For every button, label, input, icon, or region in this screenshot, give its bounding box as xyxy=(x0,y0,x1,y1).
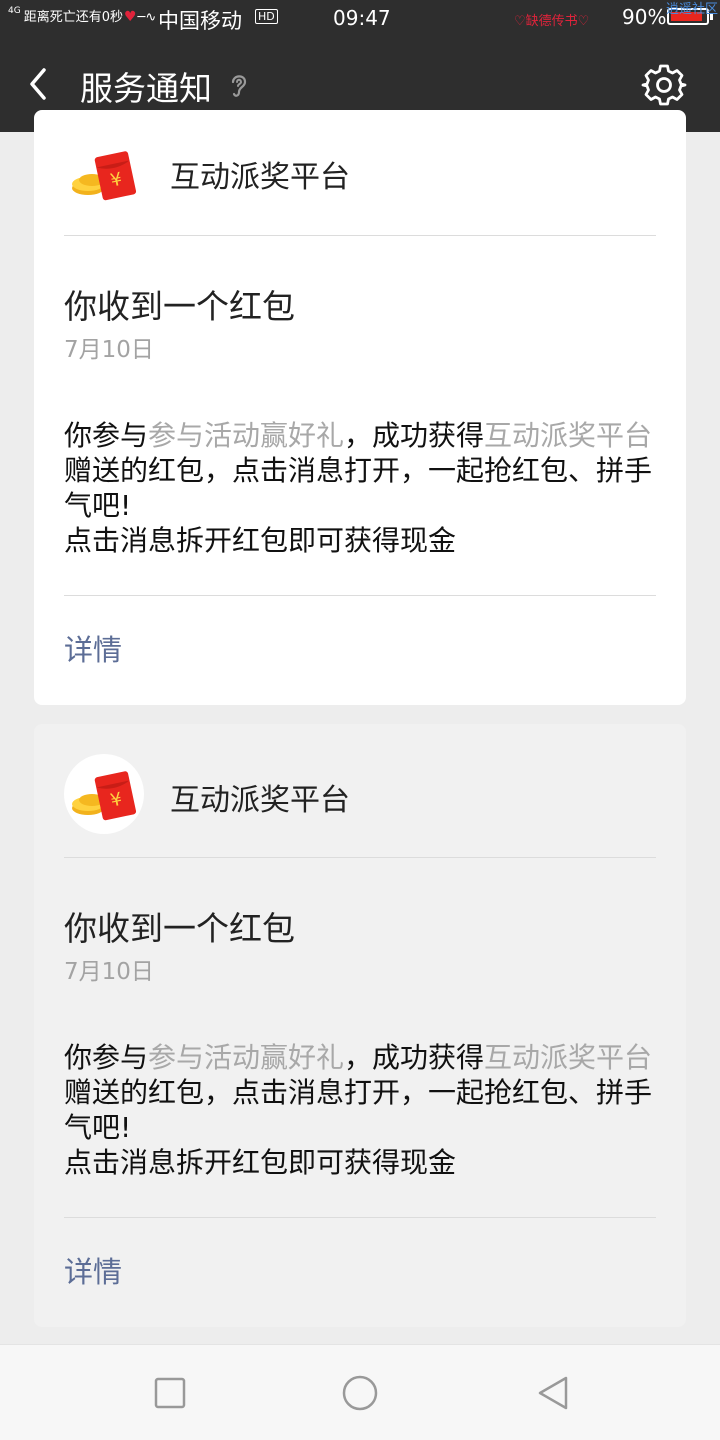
activity-name: 参与活动赢好礼 xyxy=(148,419,345,452)
notification-card[interactable]: ¥ 互动派奖平台 你收到一个红包 7月10日 你参与参与活动赢好礼，成功获得互动… xyxy=(34,724,686,1327)
watermark: 逍遥社区 xyxy=(665,2,718,17)
signal-label: 4G xyxy=(8,6,21,16)
body-text: ，成功获得 xyxy=(344,419,485,452)
notification-date: 7月10日 xyxy=(64,959,154,985)
red-packet-icon: ¥ xyxy=(72,151,137,201)
battery-percent: 90% xyxy=(622,5,667,29)
body-text-line2: 点击消息拆开红包即可获得现金 xyxy=(64,1146,457,1179)
divider xyxy=(64,595,656,596)
body-text: ，成功获得 xyxy=(344,1041,485,1074)
clock: 09:47 xyxy=(333,6,391,30)
hd-badge: HD xyxy=(255,9,278,24)
notification-card[interactable]: ¥ 互动派奖平台 你收到一个红包 7月10日 你参与参与活动赢好礼，成功获得互动… xyxy=(34,110,686,705)
details-link[interactable]: 详情 xyxy=(64,627,122,669)
back-button[interactable] xyxy=(24,64,54,104)
status-bar: 4G 距离死亡还有0秒♥─∿ 中国移动 HD 09:47 ♡缺德传书♡ 90% 逍… xyxy=(0,0,720,38)
body-text: 你参与 xyxy=(64,419,149,452)
red-packet-avatar: ¥ xyxy=(64,134,144,214)
platform-name: 互动派奖平台 xyxy=(484,1041,653,1074)
notification-title: 你收到一个红包 xyxy=(64,287,295,326)
ear-icon xyxy=(231,75,247,97)
red-packet-avatar: ¥ xyxy=(64,754,144,834)
settings-button[interactable] xyxy=(641,62,687,108)
status-left: 4G 距离死亡还有0秒♥─∿ xyxy=(8,6,156,25)
red-packet-icon: ¥ xyxy=(72,771,137,821)
system-nav-bar xyxy=(0,1344,720,1440)
triangle-back-icon[interactable] xyxy=(534,1373,574,1413)
carrier-name: 中国移动 xyxy=(158,9,242,33)
square-icon[interactable] xyxy=(150,1373,190,1413)
notification-title: 你收到一个红包 xyxy=(64,909,295,948)
notification-body: 你参与参与活动赢好礼，成功获得互动派奖平台赠送的红包，点击消息打开，一起抢红包、… xyxy=(64,418,664,558)
divider xyxy=(64,235,656,236)
divider xyxy=(64,857,656,858)
body-text: 你参与 xyxy=(64,1041,149,1074)
body-text: 赠送的红包，点击消息打开，一起抢红包、拼手气吧! xyxy=(64,1076,653,1144)
countdown-text: 距离死亡还有0秒 xyxy=(23,10,123,25)
body-text-line2: 点击消息拆开红包即可获得现金 xyxy=(64,524,457,557)
notification-date: 7月10日 xyxy=(64,337,154,363)
source-name: 互动派奖平台 xyxy=(170,160,350,195)
circle-icon[interactable] xyxy=(340,1373,380,1413)
body-text: 赠送的红包，点击消息打开，一起抢红包、拼手气吧! xyxy=(64,454,653,522)
source-name: 互动派奖平台 xyxy=(170,783,350,818)
heart-icon: ♥ xyxy=(123,9,137,25)
activity-name: 参与活动赢好礼 xyxy=(148,1041,345,1074)
platform-name: 互动派奖平台 xyxy=(484,419,653,452)
details-link[interactable]: 详情 xyxy=(64,1249,122,1291)
notification-body: 你参与参与活动赢好礼，成功获得互动派奖平台赠送的红包，点击消息打开，一起抢红包、… xyxy=(64,1040,664,1180)
page-title: 服务通知 xyxy=(80,69,212,108)
heartbeat-icon: ─∿ xyxy=(137,10,157,25)
divider xyxy=(64,1217,656,1218)
status-decoration: ♡缺德传书♡ xyxy=(514,14,590,29)
